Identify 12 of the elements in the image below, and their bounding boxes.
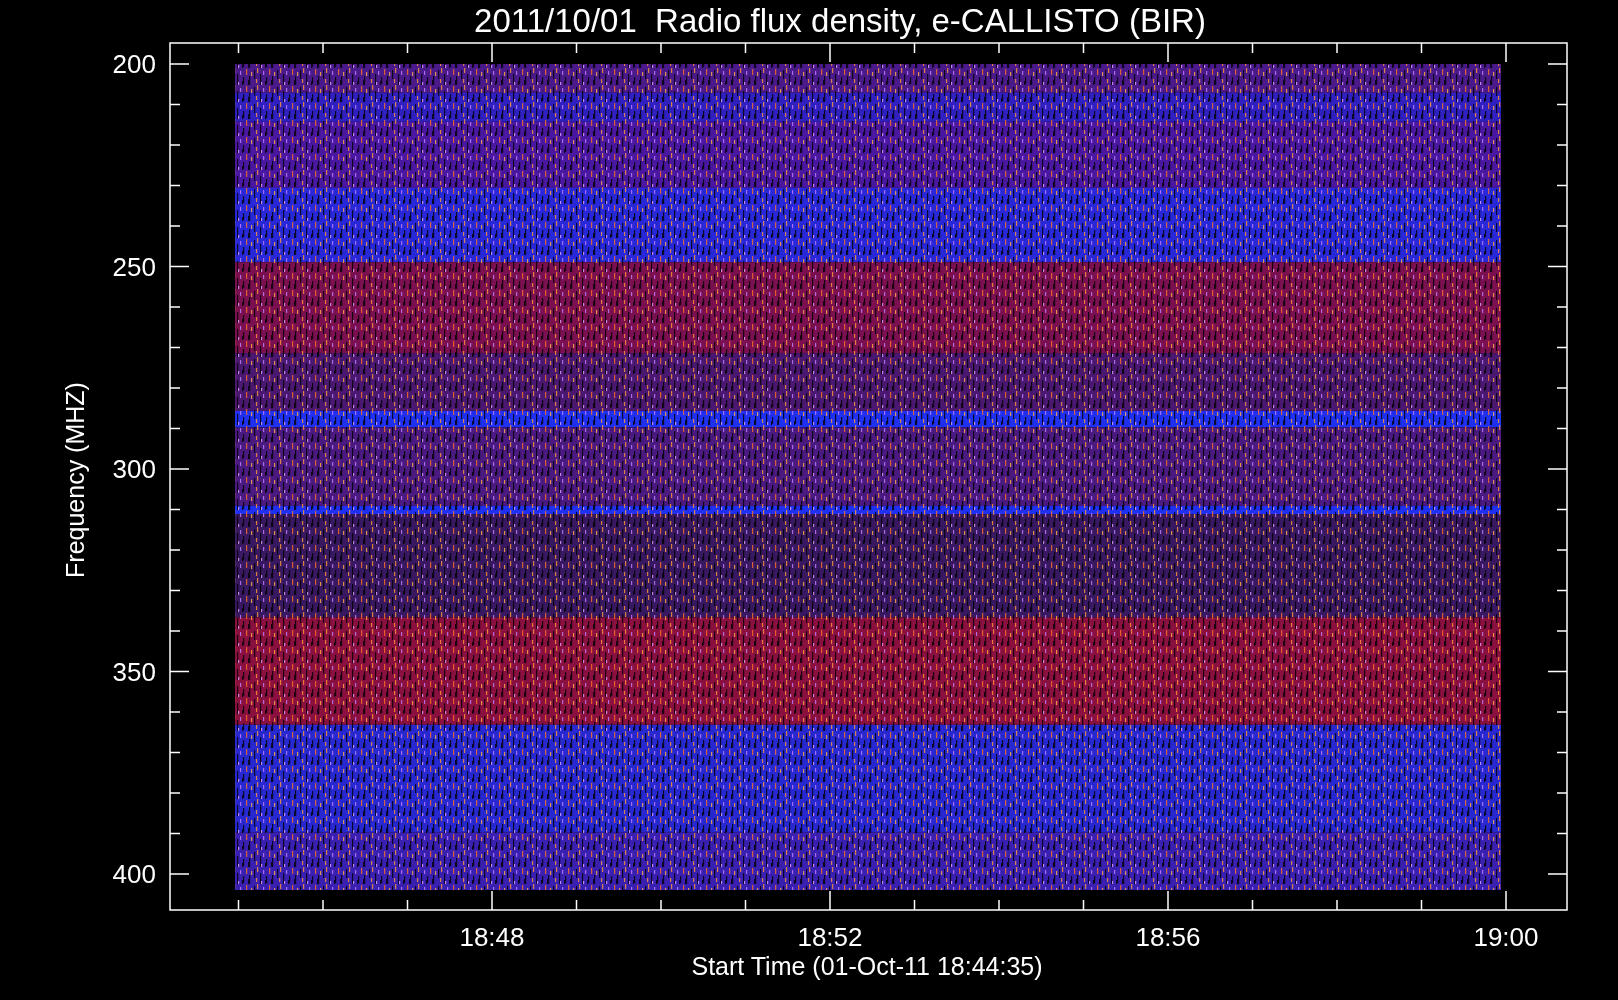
y-axis-label: Frequency (MHZ)	[61, 382, 89, 578]
y-tick-label: 200	[112, 49, 156, 79]
y-tick-label: 350	[112, 656, 156, 687]
chart-title: 2011/10/01 Radio flux density, e-CALLISTO (BIR)	[474, 2, 1206, 39]
x-tick-label: 18:52	[797, 922, 863, 952]
x-tick-label: 19:00	[1473, 922, 1539, 952]
x-axis-label: Start Time (01-Oct-11 18:44:35)	[691, 952, 1043, 980]
y-tick-label: 250	[112, 251, 156, 282]
y-tick-label: 400	[112, 859, 156, 889]
x-tick-label: 18:48	[459, 922, 525, 952]
x-tick-label: 18:56	[1135, 922, 1201, 952]
y-tick-label: 300	[112, 454, 156, 484]
